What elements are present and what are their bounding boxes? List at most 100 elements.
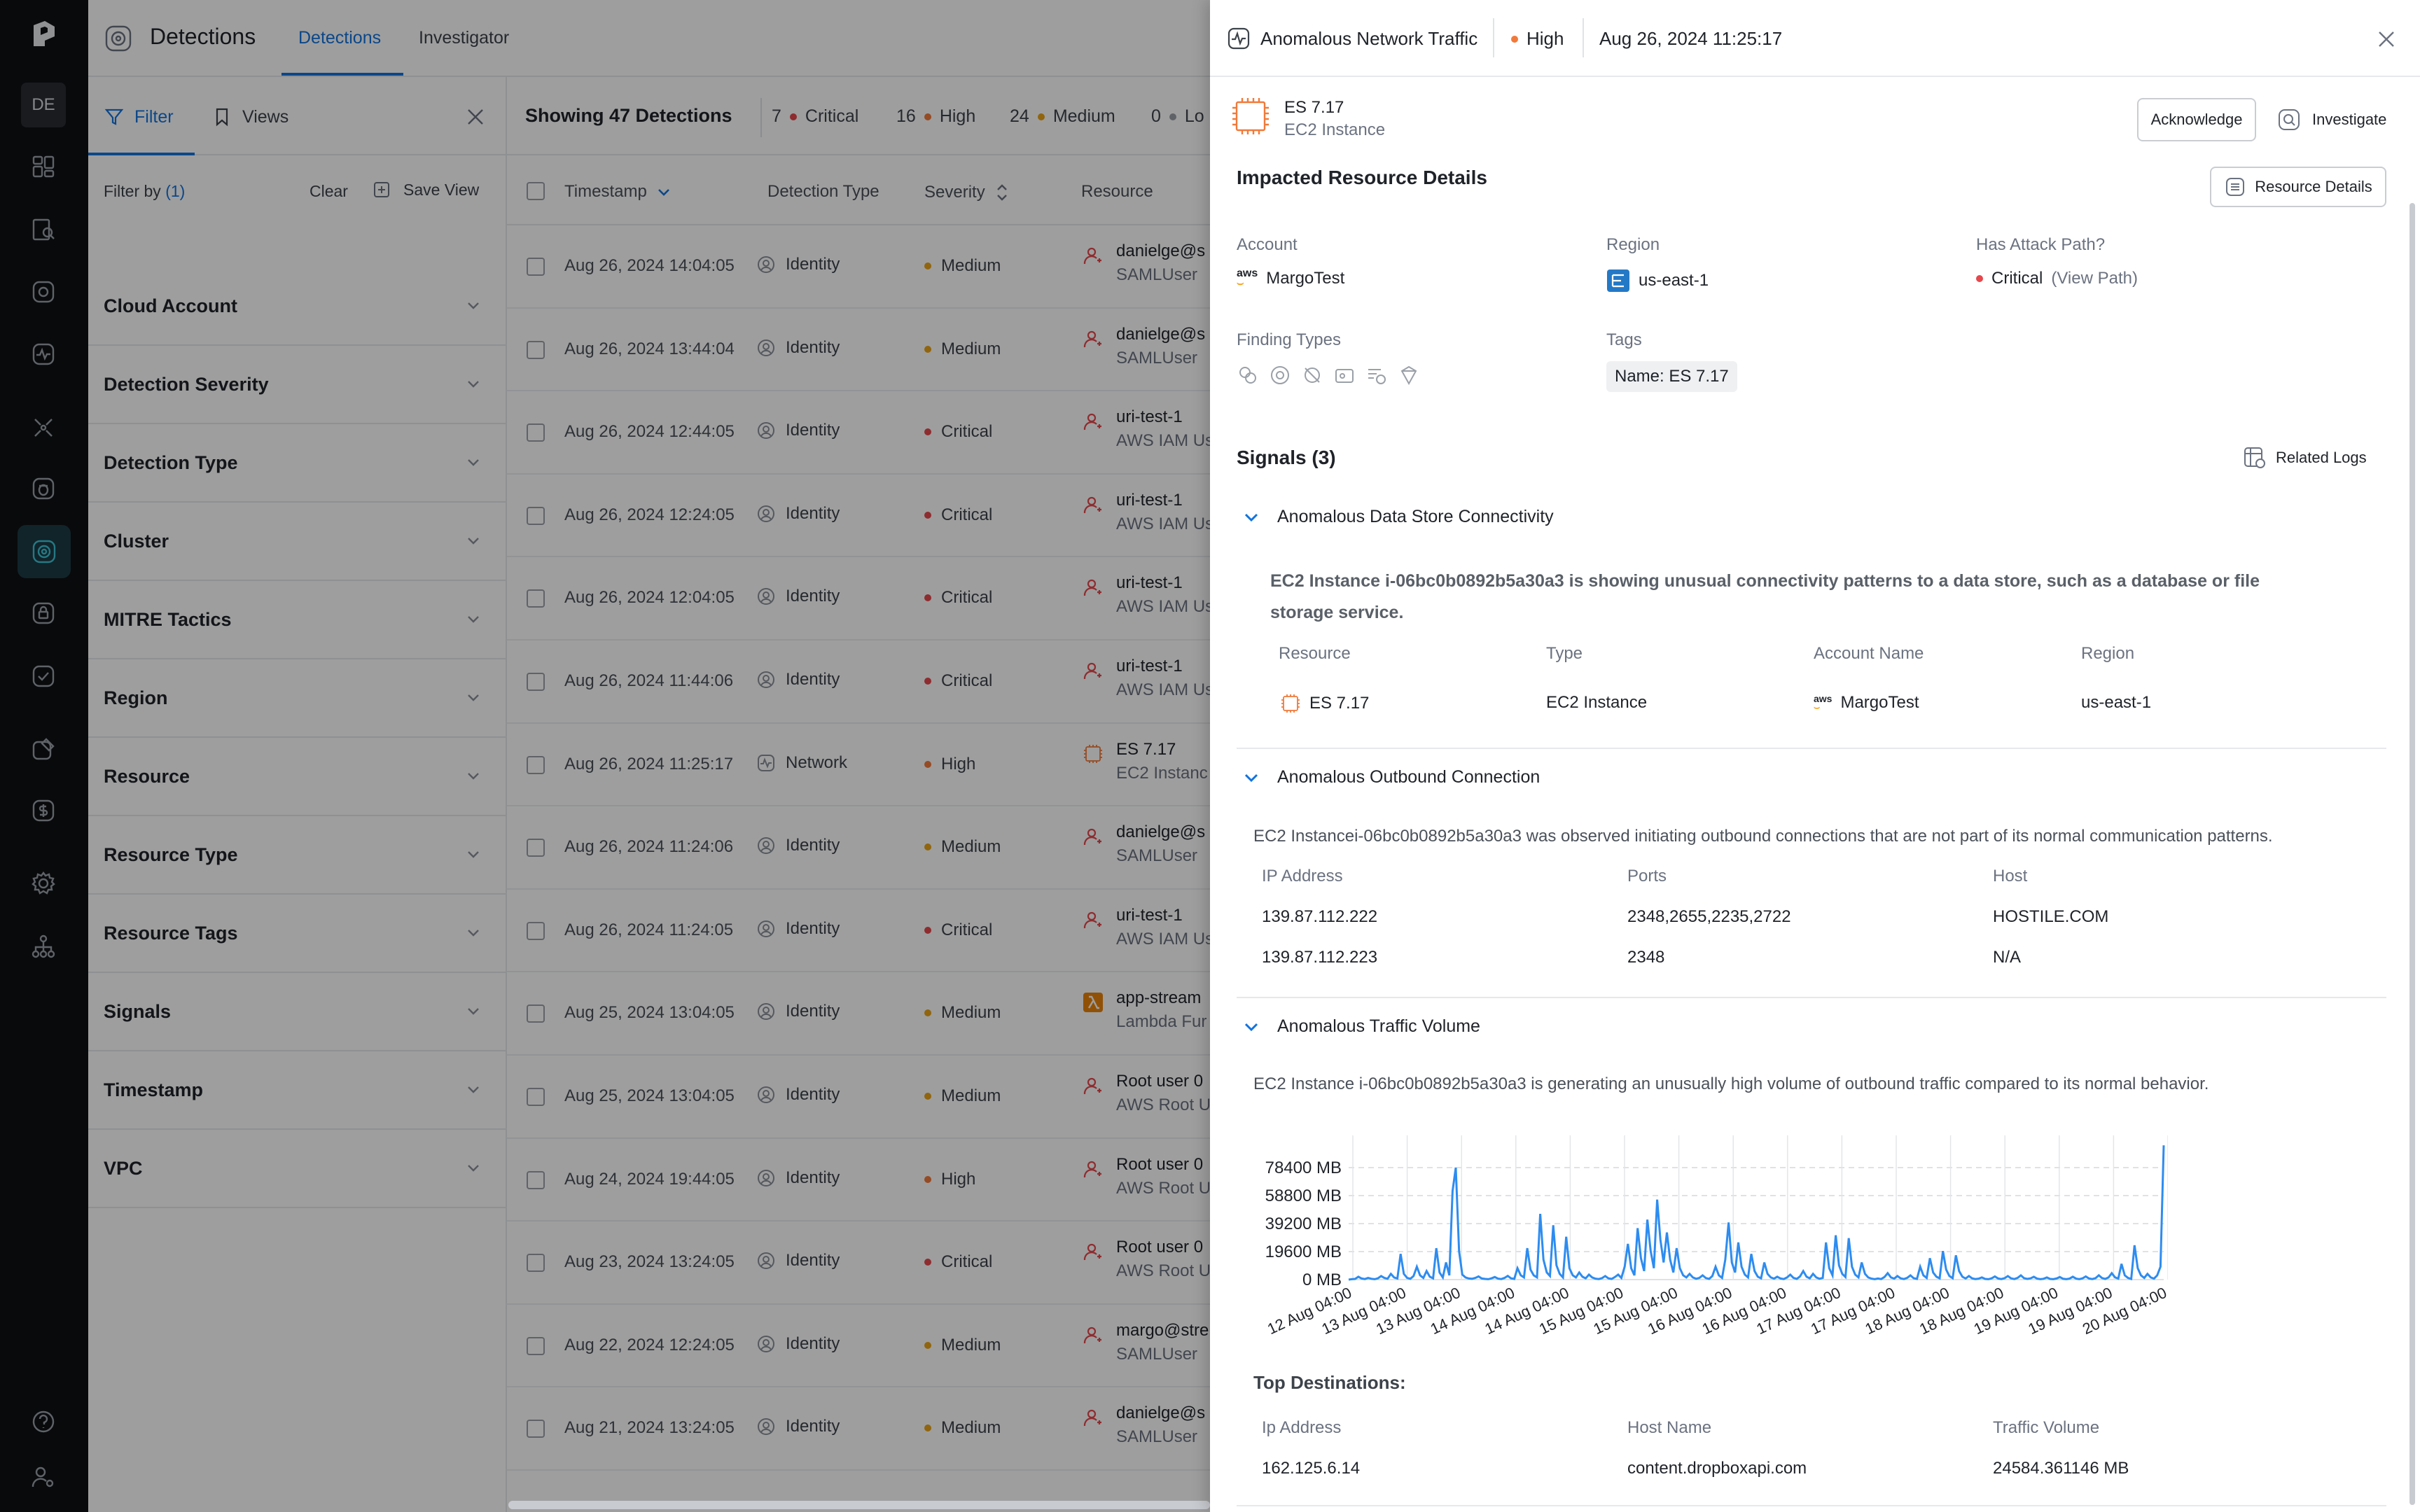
identity-finding-icon[interactable] bbox=[1269, 364, 1291, 386]
high-dot bbox=[1511, 35, 1518, 43]
series-line bbox=[1348, 1145, 2165, 1281]
detection-timestamp: Aug 26, 2024 11:25:17 bbox=[1599, 28, 1783, 49]
y-tick-label: 58800 MB bbox=[1265, 1186, 1342, 1205]
column-type: Type bbox=[1546, 644, 1583, 663]
logs-icon bbox=[2244, 447, 2265, 468]
region-icon bbox=[1607, 270, 1629, 292]
column-host-name: Host Name bbox=[1627, 1418, 1712, 1437]
cell-resource[interactable]: ES 7.17 bbox=[1280, 693, 1369, 714]
signal-description: EC2 Instancei-06bc0b0892b5a30a3 was obse… bbox=[1253, 827, 2273, 846]
signal-description: EC2 Instance i-06bc0b0892b5a30a3 is show… bbox=[1270, 566, 2391, 629]
horizontal-scrollbar[interactable] bbox=[508, 1501, 1210, 1509]
resource-details-label: Resource Details bbox=[2255, 178, 2372, 195]
network-activity-icon bbox=[1228, 27, 1250, 50]
signal-title: Anomalous Traffic Volume bbox=[1277, 1016, 1480, 1036]
finding-type-icons bbox=[1237, 364, 1420, 386]
column-ip-address: Ip Address bbox=[1262, 1418, 1342, 1437]
tag-chip: Name: ES 7.17 bbox=[1606, 361, 1737, 392]
modal-overlay[interactable] bbox=[0, 0, 1210, 1512]
cell-host: HOSTILE.COM bbox=[1993, 907, 2109, 926]
cell-type: EC2 Instance bbox=[1546, 693, 1648, 712]
resource-header: ES 7.17 EC2 Instance Acknowledge Investi… bbox=[1210, 77, 2420, 161]
resource-type: EC2 Instance bbox=[1284, 120, 1386, 139]
region-value: us-east-1 bbox=[1606, 269, 1709, 293]
divider bbox=[1237, 1505, 2386, 1506]
detection-drawer: Anomalous Network Traffic High Aug 26, 2… bbox=[1210, 0, 2420, 1512]
drawer-body: Impacted Resource Details Resource Detai… bbox=[1210, 161, 2420, 1512]
vuln-finding-icon[interactable] bbox=[1398, 364, 1420, 386]
cell-region: us-east-1 bbox=[2081, 693, 2152, 712]
attack-path-label: Has Attack Path? bbox=[1976, 235, 2106, 254]
access-finding-icon[interactable] bbox=[1365, 364, 1388, 386]
close-icon[interactable] bbox=[2377, 29, 2396, 49]
network-finding-icon[interactable] bbox=[1237, 364, 1259, 386]
investigate-label: Investigate bbox=[2312, 111, 2387, 128]
y-tick-label: 78400 MB bbox=[1265, 1158, 1342, 1177]
aws-logo-icon: aws ⌣ bbox=[1814, 694, 1832, 713]
cell-text: ES 7.17 bbox=[1309, 694, 1370, 713]
impacted-resource-title: Impacted Resource Details bbox=[1237, 167, 1487, 188]
divider bbox=[1583, 18, 1584, 57]
finding-types-label: Finding Types bbox=[1237, 330, 1341, 349]
aws-smile: ⌣ bbox=[1237, 277, 1244, 289]
signals-title: Signals (3) bbox=[1237, 447, 1336, 468]
acknowledge-button[interactable]: Acknowledge bbox=[2137, 98, 2256, 141]
desc-line: EC2 Instance i-06bc0b0892b5a30a3 is show… bbox=[1270, 571, 2260, 591]
signal-description: EC2 Instance i-06bc0b0892b5a30a3 is gene… bbox=[1253, 1074, 2209, 1093]
data-finding-icon[interactable] bbox=[1333, 364, 1356, 386]
column-ip-address: IP Address bbox=[1262, 867, 1343, 886]
chevron-down-icon bbox=[1244, 513, 1258, 522]
drawer-header: Anomalous Network Traffic High Aug 26, 2… bbox=[1210, 0, 2420, 77]
cell-ip: 162.125.6.14 bbox=[1262, 1459, 1361, 1478]
view-path-link[interactable]: (View Path) bbox=[2051, 269, 2138, 288]
signal-outbound-toggle[interactable]: Anomalous Outbound Connection bbox=[1242, 767, 1540, 788]
signal-title: Anomalous Outbound Connection bbox=[1277, 767, 1541, 787]
divider bbox=[1493, 18, 1494, 57]
region-label: Region bbox=[1606, 235, 1660, 254]
chevron-down-icon bbox=[1244, 1023, 1258, 1031]
drawer-title: Anomalous Network Traffic bbox=[1260, 28, 1478, 49]
traffic-volume-chart: 0 MB19600 MB39200 MB58800 MB78400 MB12 A… bbox=[1265, 1135, 2168, 1338]
resource-details-button[interactable]: Resource Details bbox=[2210, 167, 2386, 207]
ec2-chip-icon bbox=[1232, 98, 1269, 134]
related-logs-button[interactable]: Related Logs bbox=[2242, 445, 2367, 470]
divider bbox=[1237, 997, 2386, 998]
critical-dot bbox=[1976, 275, 1983, 282]
top-destinations-title: Top Destinations: bbox=[1253, 1372, 1406, 1393]
column-account-name: Account Name bbox=[1814, 644, 1924, 663]
cell-ip: 139.87.112.223 bbox=[1262, 948, 1378, 967]
column-resource: Resource bbox=[1279, 644, 1351, 663]
account-value: aws ⌣ MargoTest bbox=[1237, 268, 1345, 289]
investigate-button[interactable]: Investigate bbox=[2277, 108, 2386, 132]
account-label: Account bbox=[1237, 235, 1298, 254]
attack-path-value: Critical (View Path) bbox=[1976, 269, 2138, 288]
column-host: Host bbox=[1993, 867, 2028, 886]
cell-text: MargoTest bbox=[1840, 693, 1919, 712]
account-name: MargoTest bbox=[1266, 269, 1345, 288]
cell-host: content.dropboxapi.com bbox=[1627, 1459, 1807, 1478]
malware-finding-icon[interactable] bbox=[1301, 364, 1323, 386]
y-tick-label: 0 MB bbox=[1302, 1270, 1342, 1289]
tags-label: Tags bbox=[1606, 330, 1642, 349]
vertical-scrollbar[interactable] bbox=[2409, 203, 2415, 1505]
signal-data-store-toggle[interactable]: Anomalous Data Store Connectivity bbox=[1242, 507, 1554, 527]
desc-line: storage service. bbox=[1270, 603, 1404, 622]
related-logs-label: Related Logs bbox=[2276, 449, 2367, 466]
column-traffic-volume: Traffic Volume bbox=[1993, 1418, 2100, 1437]
chevron-down-icon bbox=[1244, 774, 1258, 782]
signal-traffic-volume-toggle[interactable]: Anomalous Traffic Volume bbox=[1242, 1016, 1480, 1037]
signal-title: Anomalous Data Store Connectivity bbox=[1277, 507, 1554, 526]
cell-ports: 2348 bbox=[1627, 948, 1665, 967]
cell-account: aws ⌣ MargoTest bbox=[1814, 693, 1919, 713]
investigate-icon bbox=[2279, 109, 2300, 130]
attack-severity: Critical bbox=[1991, 269, 2043, 288]
severity-label: High bbox=[1527, 28, 1564, 49]
aws-smile: ⌣ bbox=[1814, 701, 1821, 713]
divider bbox=[1237, 748, 2386, 749]
cell-ip: 139.87.112.222 bbox=[1262, 907, 1378, 926]
column-region: Region bbox=[2081, 644, 2135, 663]
cell-ports: 2348,2655,2235,2722 bbox=[1627, 907, 1791, 926]
region-name: us-east-1 bbox=[1639, 271, 1709, 290]
y-tick-label: 19600 MB bbox=[1265, 1242, 1342, 1261]
severity-badge: High bbox=[1511, 28, 1564, 50]
